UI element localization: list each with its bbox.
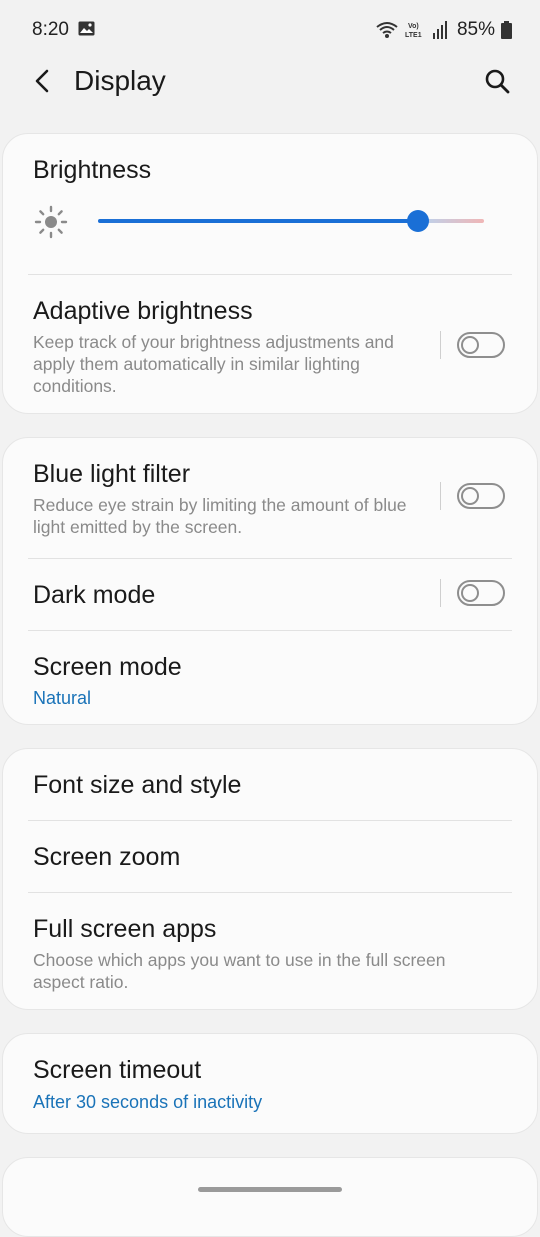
battery-percent: 85%: [456, 19, 495, 40]
brightness-section: Brightness: [3, 134, 537, 274]
adaptive-brightness-description: Keep track of your brightness adjustment…: [33, 332, 394, 396]
screen-timeout-value: After 30 seconds of inactivity: [33, 1092, 263, 1112]
adaptive-brightness-toggle[interactable]: [457, 332, 505, 358]
brightness-slider[interactable]: [98, 210, 484, 232]
brightness-slider-fill: [98, 219, 418, 223]
app-bar: Display: [0, 60, 540, 104]
gallery-notification-icon: [78, 21, 95, 36]
font-size-style-item[interactable]: Font size and style: [3, 749, 537, 820]
sun-icon: [34, 205, 68, 239]
toggle-separator: [440, 482, 441, 510]
screen-zoom-item[interactable]: Screen zoom: [3, 821, 537, 892]
blue-light-filter-item[interactable]: Blue light filter Reduce eye strain by l…: [3, 438, 537, 558]
battery-icon: [501, 21, 512, 39]
svg-text:LTE1: LTE1: [405, 32, 422, 39]
screen-timeout-card: Screen timeout After 30 seconds of inact…: [2, 1033, 538, 1134]
dark-mode-title: Dark mode: [33, 581, 156, 609]
status-time: 8:20: [32, 19, 69, 40]
toggle-knob: [461, 336, 479, 354]
lte-signal-label-icon: Vo) LTE1: [405, 23, 422, 39]
blue-light-filter-toggle[interactable]: [457, 483, 505, 509]
brightness-title: Brightness: [33, 156, 152, 184]
brightness-slider-thumb[interactable]: [407, 210, 429, 232]
full-screen-apps-description: Choose which apps you want to use in the…: [33, 950, 446, 992]
screen-zoom-title: Screen zoom: [33, 843, 181, 871]
screen-timeout-title: Screen timeout: [33, 1056, 202, 1084]
full-screen-apps-title: Full screen apps: [33, 915, 217, 943]
toggle-knob: [461, 584, 479, 602]
dark-mode-item[interactable]: Dark mode: [3, 559, 537, 630]
next-settings-card: [2, 1157, 538, 1237]
wifi-icon: [376, 22, 398, 38]
toggle-separator: [440, 331, 441, 359]
screen-mode-value: Natural: [33, 688, 92, 708]
cellular-signal-icon: [432, 21, 447, 39]
layout-card: Font size and style Screen zoom Full scr…: [2, 748, 538, 1010]
toggle-separator: [440, 579, 441, 607]
status-bar: 8:20 Vo) LTE1 85%: [0, 0, 540, 60]
blue-light-filter-title: Blue light filter: [33, 460, 191, 488]
screen-mode-title: Screen mode: [33, 653, 182, 681]
home-indicator[interactable]: [198, 1187, 342, 1192]
search-icon[interactable]: [482, 66, 512, 96]
adaptive-brightness-item[interactable]: Adaptive brightness Keep track of your b…: [3, 275, 537, 415]
display-mode-card: Blue light filter Reduce eye strain by l…: [2, 437, 538, 725]
font-size-style-title: Font size and style: [33, 771, 242, 799]
back-arrow-icon[interactable]: [28, 66, 58, 96]
full-screen-apps-item[interactable]: Full screen apps Choose which apps you w…: [3, 893, 537, 1011]
toggle-knob: [461, 487, 479, 505]
page-title: Display: [74, 65, 166, 96]
screen-timeout-item[interactable]: Screen timeout After 30 seconds of inact…: [3, 1034, 537, 1135]
svg-text:Vo): Vo): [408, 23, 419, 30]
status-right: Vo) LTE1 85%: [375, 16, 512, 44]
blue-light-filter-description: Reduce eye strain by limiting the amount…: [33, 495, 407, 537]
brightness-card: Brightness Adaptive brightness Keep trac…: [2, 133, 538, 414]
screen-mode-item[interactable]: Screen mode Natural: [3, 631, 537, 726]
dark-mode-toggle[interactable]: [457, 580, 505, 606]
adaptive-brightness-title: Adaptive brightness: [33, 297, 253, 325]
